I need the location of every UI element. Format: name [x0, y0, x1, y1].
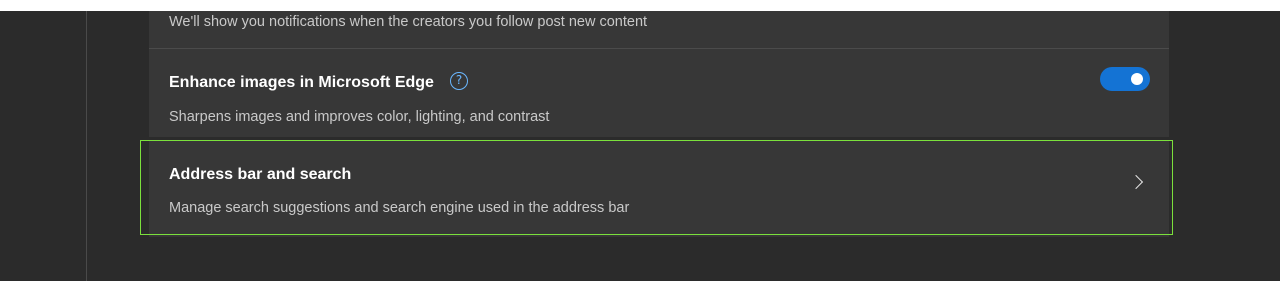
- row-divider: [149, 48, 1169, 49]
- chevron-right-icon: [1128, 174, 1144, 190]
- enhance-images-toggle[interactable]: [1100, 67, 1150, 91]
- settings-content: We'll show you notifications when the cr…: [87, 11, 1280, 281]
- help-icon[interactable]: ?: [450, 72, 468, 90]
- address-bar-description: Manage search suggestions and search eng…: [169, 200, 630, 216]
- toggle-knob: [1131, 73, 1143, 85]
- settings-card: We'll show you notifications when the cr…: [149, 11, 1169, 137]
- enhance-images-title: Enhance images in Microsoft Edge: [169, 74, 434, 91]
- notifications-description: We'll show you notifications when the cr…: [169, 14, 648, 30]
- settings-window: We'll show you notifications when the cr…: [0, 11, 1280, 281]
- enhance-images-description: Sharpens images and improves color, ligh…: [169, 109, 550, 125]
- address-bar-title: Address bar and search: [169, 166, 352, 183]
- address-bar-and-search-row[interactable]: Address bar and search Manage search sug…: [149, 141, 1169, 237]
